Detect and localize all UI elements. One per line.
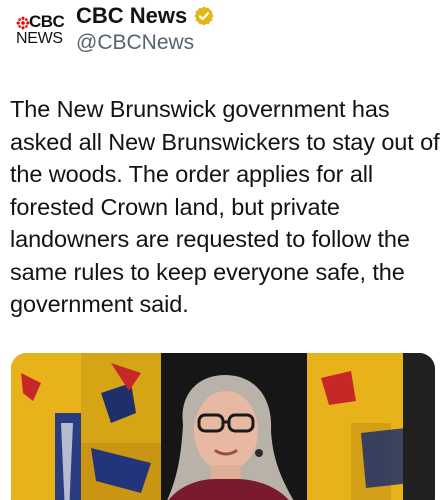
avatar[interactable]: CBC NEWS: [12, 6, 72, 48]
tweet-card: CBC NEWS CBC News @CBCNews The New Bruns…: [0, 0, 446, 500]
tweet-text: The New Brunswick government has asked a…: [10, 96, 440, 317]
account-names: CBC News @CBCNews: [76, 2, 215, 56]
press-conference-photo: [11, 353, 435, 500]
display-name-row: CBC News: [76, 2, 215, 30]
avatar-logo-news: NEWS: [16, 30, 63, 47]
tweet-media-photo[interactable]: [11, 353, 435, 500]
display-name[interactable]: CBC News: [76, 2, 187, 30]
cbc-gem-icon: [16, 16, 30, 30]
avatar-logo-cbc: CBC: [29, 12, 65, 31]
tweet-header: CBC NEWS CBC News @CBCNews: [0, 0, 446, 60]
verified-badge-icon[interactable]: [193, 5, 215, 27]
account-handle[interactable]: @CBCNews: [76, 30, 215, 56]
